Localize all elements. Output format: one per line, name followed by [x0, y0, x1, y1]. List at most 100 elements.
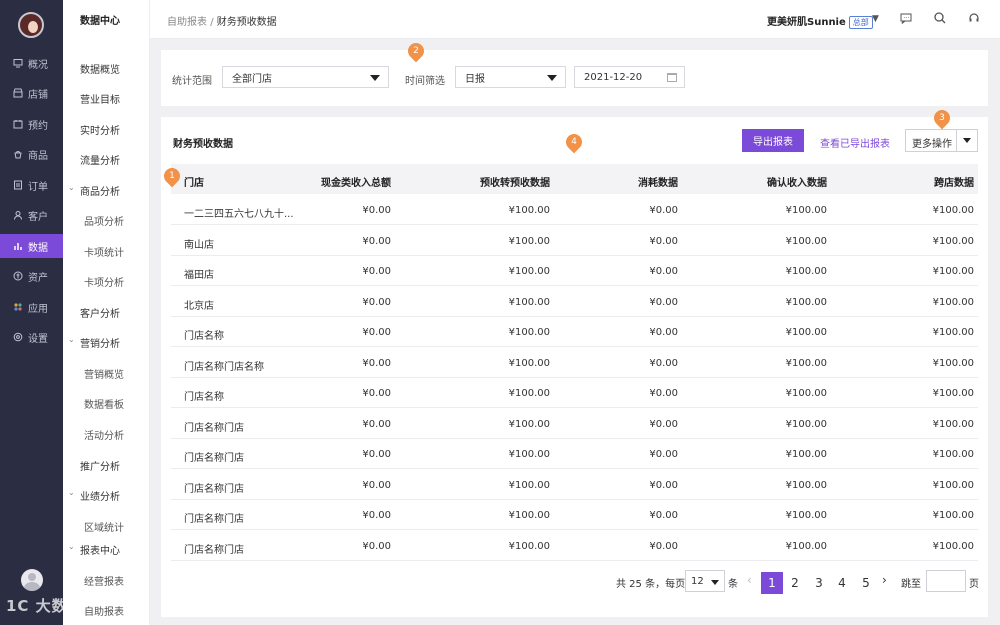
coin-icon: [13, 271, 23, 281]
page-2[interactable]: 2: [784, 572, 806, 594]
nav-item-apps[interactable]: 应用: [0, 295, 63, 319]
nav-item-orders[interactable]: 订单: [0, 173, 63, 197]
nav-item-assets[interactable]: 资产: [0, 264, 63, 288]
amount-cell: ¥0.00: [362, 235, 391, 247]
sub-item-traffic[interactable]: 流量分析: [80, 152, 120, 167]
nav-item-label: 数据: [28, 242, 48, 254]
amount-cell: ¥0.00: [362, 479, 391, 491]
sub-item-marketing-overview[interactable]: 营销概览: [84, 366, 124, 381]
headset-icon[interactable]: [967, 11, 981, 25]
date-picker[interactable]: 2021-12-20: [574, 66, 685, 88]
caret-down-icon[interactable]: ▼: [872, 14, 879, 24]
page-size-select[interactable]: 12: [685, 570, 725, 592]
nav-item-label: 订单: [28, 181, 48, 193]
sub-item-business-target[interactable]: 营业目标: [80, 91, 120, 106]
sub-item-realtime[interactable]: 实时分析: [80, 122, 120, 137]
sub-item-region-stats[interactable]: 区域统计: [84, 519, 124, 534]
sub-group-goods-analysis[interactable]: ⌄ 商品分析: [68, 183, 120, 198]
sub-item-dashboard[interactable]: 数据看板: [84, 396, 124, 411]
nav-item-data[interactable]: 数据: [0, 234, 63, 258]
amount-cell: ¥0.00: [649, 449, 678, 460]
store-range-select[interactable]: 全部门店: [222, 66, 389, 88]
nav-item-settings[interactable]: 设置: [0, 325, 63, 349]
nav-item-booking[interactable]: 预约: [0, 112, 63, 136]
sub-item-self-report[interactable]: 自助报表: [84, 603, 124, 618]
annotation-marker-3: 3: [930, 106, 954, 130]
table-row: 南山店 ¥0.00 ¥100.00 ¥0.00 ¥100.00 ¥100.00: [171, 226, 978, 256]
next-page-icon[interactable]: ›: [882, 573, 887, 587]
annotation-marker-1: 1: [160, 164, 184, 188]
sub-group-report-center[interactable]: ⌄ 报表中心: [68, 542, 120, 557]
user-menu[interactable]: 更美妍肌Sunnie 总部: [767, 13, 873, 29]
sub-item-campaign-analysis[interactable]: 活动分析: [84, 427, 124, 442]
sub-item-card-analysis[interactable]: 卡项分析: [84, 274, 124, 289]
breadcrumb: 自助报表 / 财务预收数据: [167, 13, 277, 28]
chevron-down-icon: ⌄: [68, 335, 75, 344]
export-report-button[interactable]: 导出报表: [742, 129, 804, 152]
prev-page-icon[interactable]: ‹: [747, 573, 752, 587]
time-type-value: 日报: [465, 73, 485, 85]
more-actions-label: 更多操作: [912, 139, 952, 150]
user-avatar[interactable]: [21, 569, 43, 591]
message-icon[interactable]: [899, 11, 913, 25]
apps-icon: [13, 302, 23, 312]
sub-group-performance[interactable]: ⌄ 业绩分析: [68, 488, 120, 503]
page-4[interactable]: 4: [831, 572, 853, 594]
sub-sidebar-title: 数据中心: [80, 16, 120, 27]
monitor-icon: [13, 58, 23, 68]
page-size-unit: 条: [728, 579, 738, 590]
goto-page-input[interactable]: [926, 570, 966, 592]
amount-cell: ¥0.00: [649, 327, 678, 338]
nav-item-store[interactable]: 店铺: [0, 81, 63, 105]
amount-cell: ¥100.00: [932, 296, 974, 308]
sub-item-card-stats[interactable]: 卡项统计: [84, 244, 124, 259]
sub-item-item-analysis[interactable]: 品项分析: [84, 213, 124, 228]
user-role-badge: 总部: [848, 16, 873, 29]
amount-cell: ¥100.00: [785, 540, 827, 552]
nav-item-customers[interactable]: 客户: [0, 203, 63, 227]
amount-cell: ¥0.00: [362, 510, 391, 521]
bag-icon: [13, 149, 23, 159]
time-type-select[interactable]: 日报: [455, 66, 566, 88]
column-header: 确认收入数据: [767, 178, 827, 189]
search-icon[interactable]: [933, 11, 947, 25]
amount-cell: ¥0.00: [649, 205, 678, 216]
sub-sidebar: 数据中心 数据概览 营业目标 实时分析 流量分析 ⌄ 商品分析 品项分析 卡项统计…: [63, 0, 150, 625]
brand-logo[interactable]: [18, 12, 44, 38]
amount-cell: ¥0.00: [362, 388, 391, 399]
amount-cell: ¥0.00: [362, 296, 391, 308]
amount-cell: ¥0.00: [649, 266, 678, 277]
page-1[interactable]: 1: [761, 572, 783, 594]
sub-group-marketing[interactable]: ⌄ 营销分析: [68, 335, 120, 350]
nav-item-overview[interactable]: 概况: [0, 51, 63, 75]
sub-group-label: 报表中心: [80, 546, 120, 557]
sub-item-customer-analysis[interactable]: 客户分析: [80, 305, 120, 320]
nav-item-label: 应用: [28, 303, 48, 315]
store-range-value: 全部门店: [232, 73, 272, 85]
view-exported-link[interactable]: 查看已导出报表: [820, 135, 890, 150]
column-header: 预收转预收数据: [480, 178, 550, 189]
amount-cell: ¥0.00: [362, 266, 391, 277]
sub-item-data-overview[interactable]: 数据概览: [80, 61, 120, 76]
nav-item-goods[interactable]: 商品: [0, 142, 63, 166]
page-5[interactable]: 5: [855, 572, 877, 594]
goto-label: 跳至: [901, 579, 921, 590]
table-row: 门店名称门店 ¥0.00 ¥100.00 ¥0.00 ¥100.00 ¥100.00: [171, 470, 978, 500]
page-unit: 页: [969, 579, 979, 590]
amount-cell: ¥100.00: [508, 235, 550, 247]
amount-cell: ¥100.00: [932, 235, 974, 247]
amount-cell: ¥100.00: [932, 357, 974, 369]
amount-cell: ¥100.00: [932, 418, 974, 430]
page-3[interactable]: 3: [808, 572, 830, 594]
breadcrumb-parent[interactable]: 自助报表: [167, 17, 207, 28]
sub-item-business-report[interactable]: 经营报表: [84, 573, 124, 588]
sub-item-promotion[interactable]: 推广分析: [80, 458, 120, 473]
amount-cell: ¥100.00: [932, 449, 974, 460]
table-title: 财务预收数据: [173, 139, 233, 150]
amount-cell: ¥100.00: [932, 540, 974, 552]
order-icon: [13, 180, 23, 190]
more-actions-button[interactable]: 更多操作: [905, 129, 978, 152]
store-name-cell: 门店名称门店: [184, 483, 244, 495]
annotation-marker-2: 2: [404, 39, 428, 63]
amount-cell: ¥0.00: [649, 540, 678, 552]
